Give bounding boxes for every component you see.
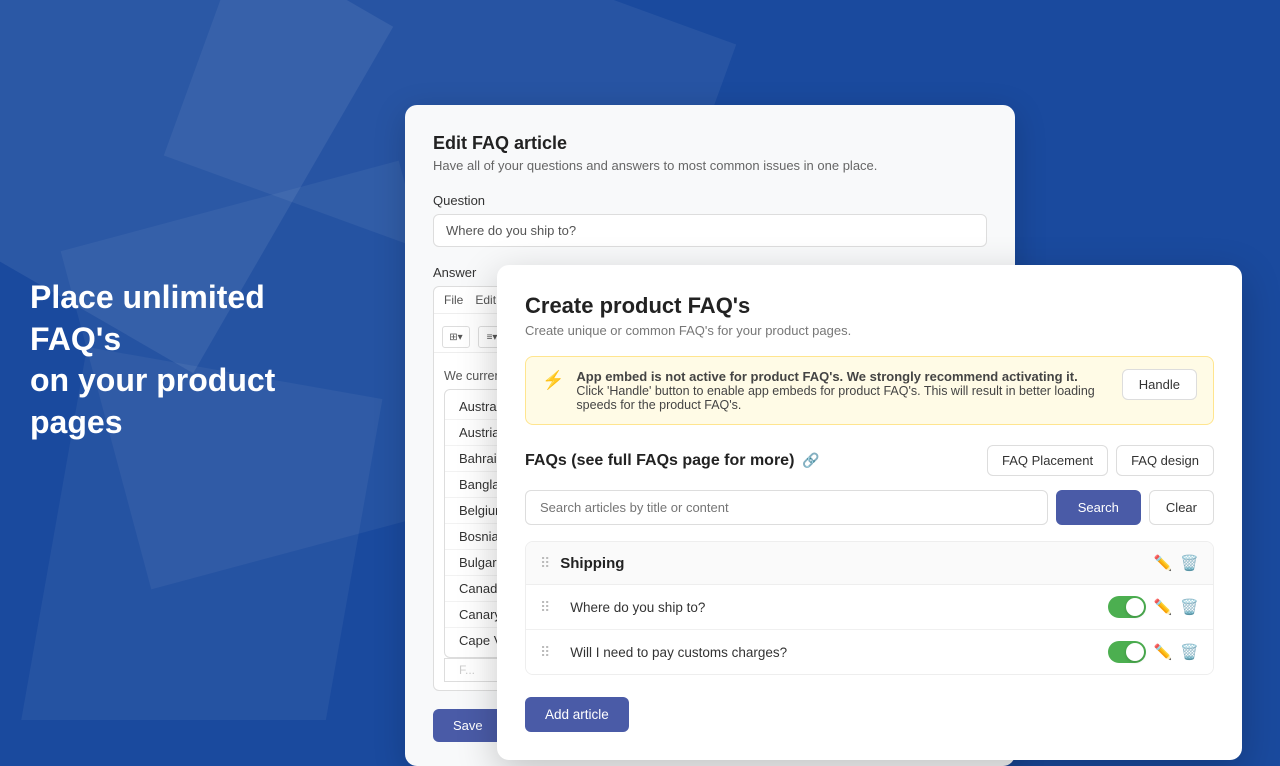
faq-item-2: ⠿ Will I need to pay customs charges? ✏️…: [526, 630, 1213, 674]
warning-banner: ⚡ App embed is not active for product FA…: [525, 356, 1214, 425]
table-icon-btn[interactable]: ⊞▾: [442, 326, 470, 348]
drag-handle-icon[interactable]: ⠿: [540, 555, 550, 572]
faq-item1-toggle[interactable]: [1108, 596, 1146, 618]
faq-placement-button[interactable]: FAQ Placement: [987, 445, 1108, 476]
menu-edit[interactable]: Edit: [475, 293, 496, 307]
faq-item2-toggle[interactable]: [1108, 641, 1146, 663]
warning-text: App embed is not active for product FAQ'…: [576, 369, 1109, 412]
faq-item1-text: Where do you ship to?: [570, 600, 1107, 615]
question-input[interactable]: [433, 214, 987, 247]
faqs-section-header: FAQs (see full FAQs page for more) 🔗 FAQ…: [525, 445, 1214, 476]
hero-text: Place unlimited FAQ's on your product pa…: [30, 277, 330, 443]
faqs-action-buttons: FAQ Placement FAQ design: [987, 445, 1214, 476]
edit-faq-subtitle: Have all of your questions and answers t…: [433, 158, 987, 173]
faq-group-actions: ✏️ 🗑️: [1154, 554, 1199, 572]
create-faq-title: Create product FAQ's: [525, 293, 1214, 319]
delete-item2-icon[interactable]: 🗑️: [1180, 643, 1199, 661]
faq-design-button[interactable]: FAQ design: [1116, 445, 1214, 476]
delete-group-icon[interactable]: 🗑️: [1180, 554, 1199, 572]
faq-group-title: Shipping: [560, 555, 1153, 572]
edit-item1-icon[interactable]: ✏️: [1154, 598, 1173, 616]
faq-item2-controls: ✏️ 🗑️: [1108, 641, 1199, 663]
warning-bold: App embed is not active for product FAQ'…: [576, 369, 1077, 384]
hero-text-line1: Place unlimited FAQ's: [30, 277, 330, 360]
drag-handle-item1-icon[interactable]: ⠿: [540, 599, 550, 616]
faq-group-header: ⠿ Shipping ✏️ 🗑️: [526, 542, 1213, 585]
menu-file[interactable]: File: [444, 293, 463, 307]
delete-item1-icon[interactable]: 🗑️: [1180, 598, 1199, 616]
faq-item2-text: Will I need to pay customs charges?: [570, 645, 1107, 660]
faq-group-shipping: ⠿ Shipping ✏️ 🗑️ ⠿ Where do you ship to?…: [525, 541, 1214, 675]
faqs-section-title: FAQs (see full FAQs page for more) 🔗: [525, 452, 820, 470]
faq-item1-controls: ✏️ 🗑️: [1108, 596, 1199, 618]
search-bar: Search Clear: [525, 490, 1214, 525]
warning-icon: ⚡: [542, 370, 564, 391]
search-input[interactable]: [525, 490, 1048, 525]
hero-text-line2: on your product pages: [30, 360, 330, 443]
link-icon[interactable]: 🔗: [802, 452, 819, 469]
save-button[interactable]: Save: [433, 709, 503, 742]
drag-handle-item2-icon[interactable]: ⠿: [540, 644, 550, 661]
add-article-button[interactable]: Add article: [525, 697, 629, 732]
create-faq-panel: Create product FAQ's Create unique or co…: [497, 265, 1242, 760]
edit-group-icon[interactable]: ✏️: [1154, 554, 1173, 572]
faq-item-1: ⠿ Where do you ship to? ✏️ 🗑️: [526, 585, 1213, 630]
question-label: Question: [433, 193, 987, 208]
edit-item2-icon[interactable]: ✏️: [1154, 643, 1173, 661]
clear-button[interactable]: Clear: [1149, 490, 1214, 525]
warning-normal: Click 'Handle' button to enable app embe…: [576, 384, 1094, 412]
edit-faq-title: Edit FAQ article: [433, 133, 987, 154]
search-button[interactable]: Search: [1056, 490, 1141, 525]
faqs-title-text: FAQs (see full FAQs page for more): [525, 452, 794, 470]
create-faq-subtitle: Create unique or common FAQ's for your p…: [525, 323, 1214, 338]
handle-button[interactable]: Handle: [1122, 369, 1197, 400]
